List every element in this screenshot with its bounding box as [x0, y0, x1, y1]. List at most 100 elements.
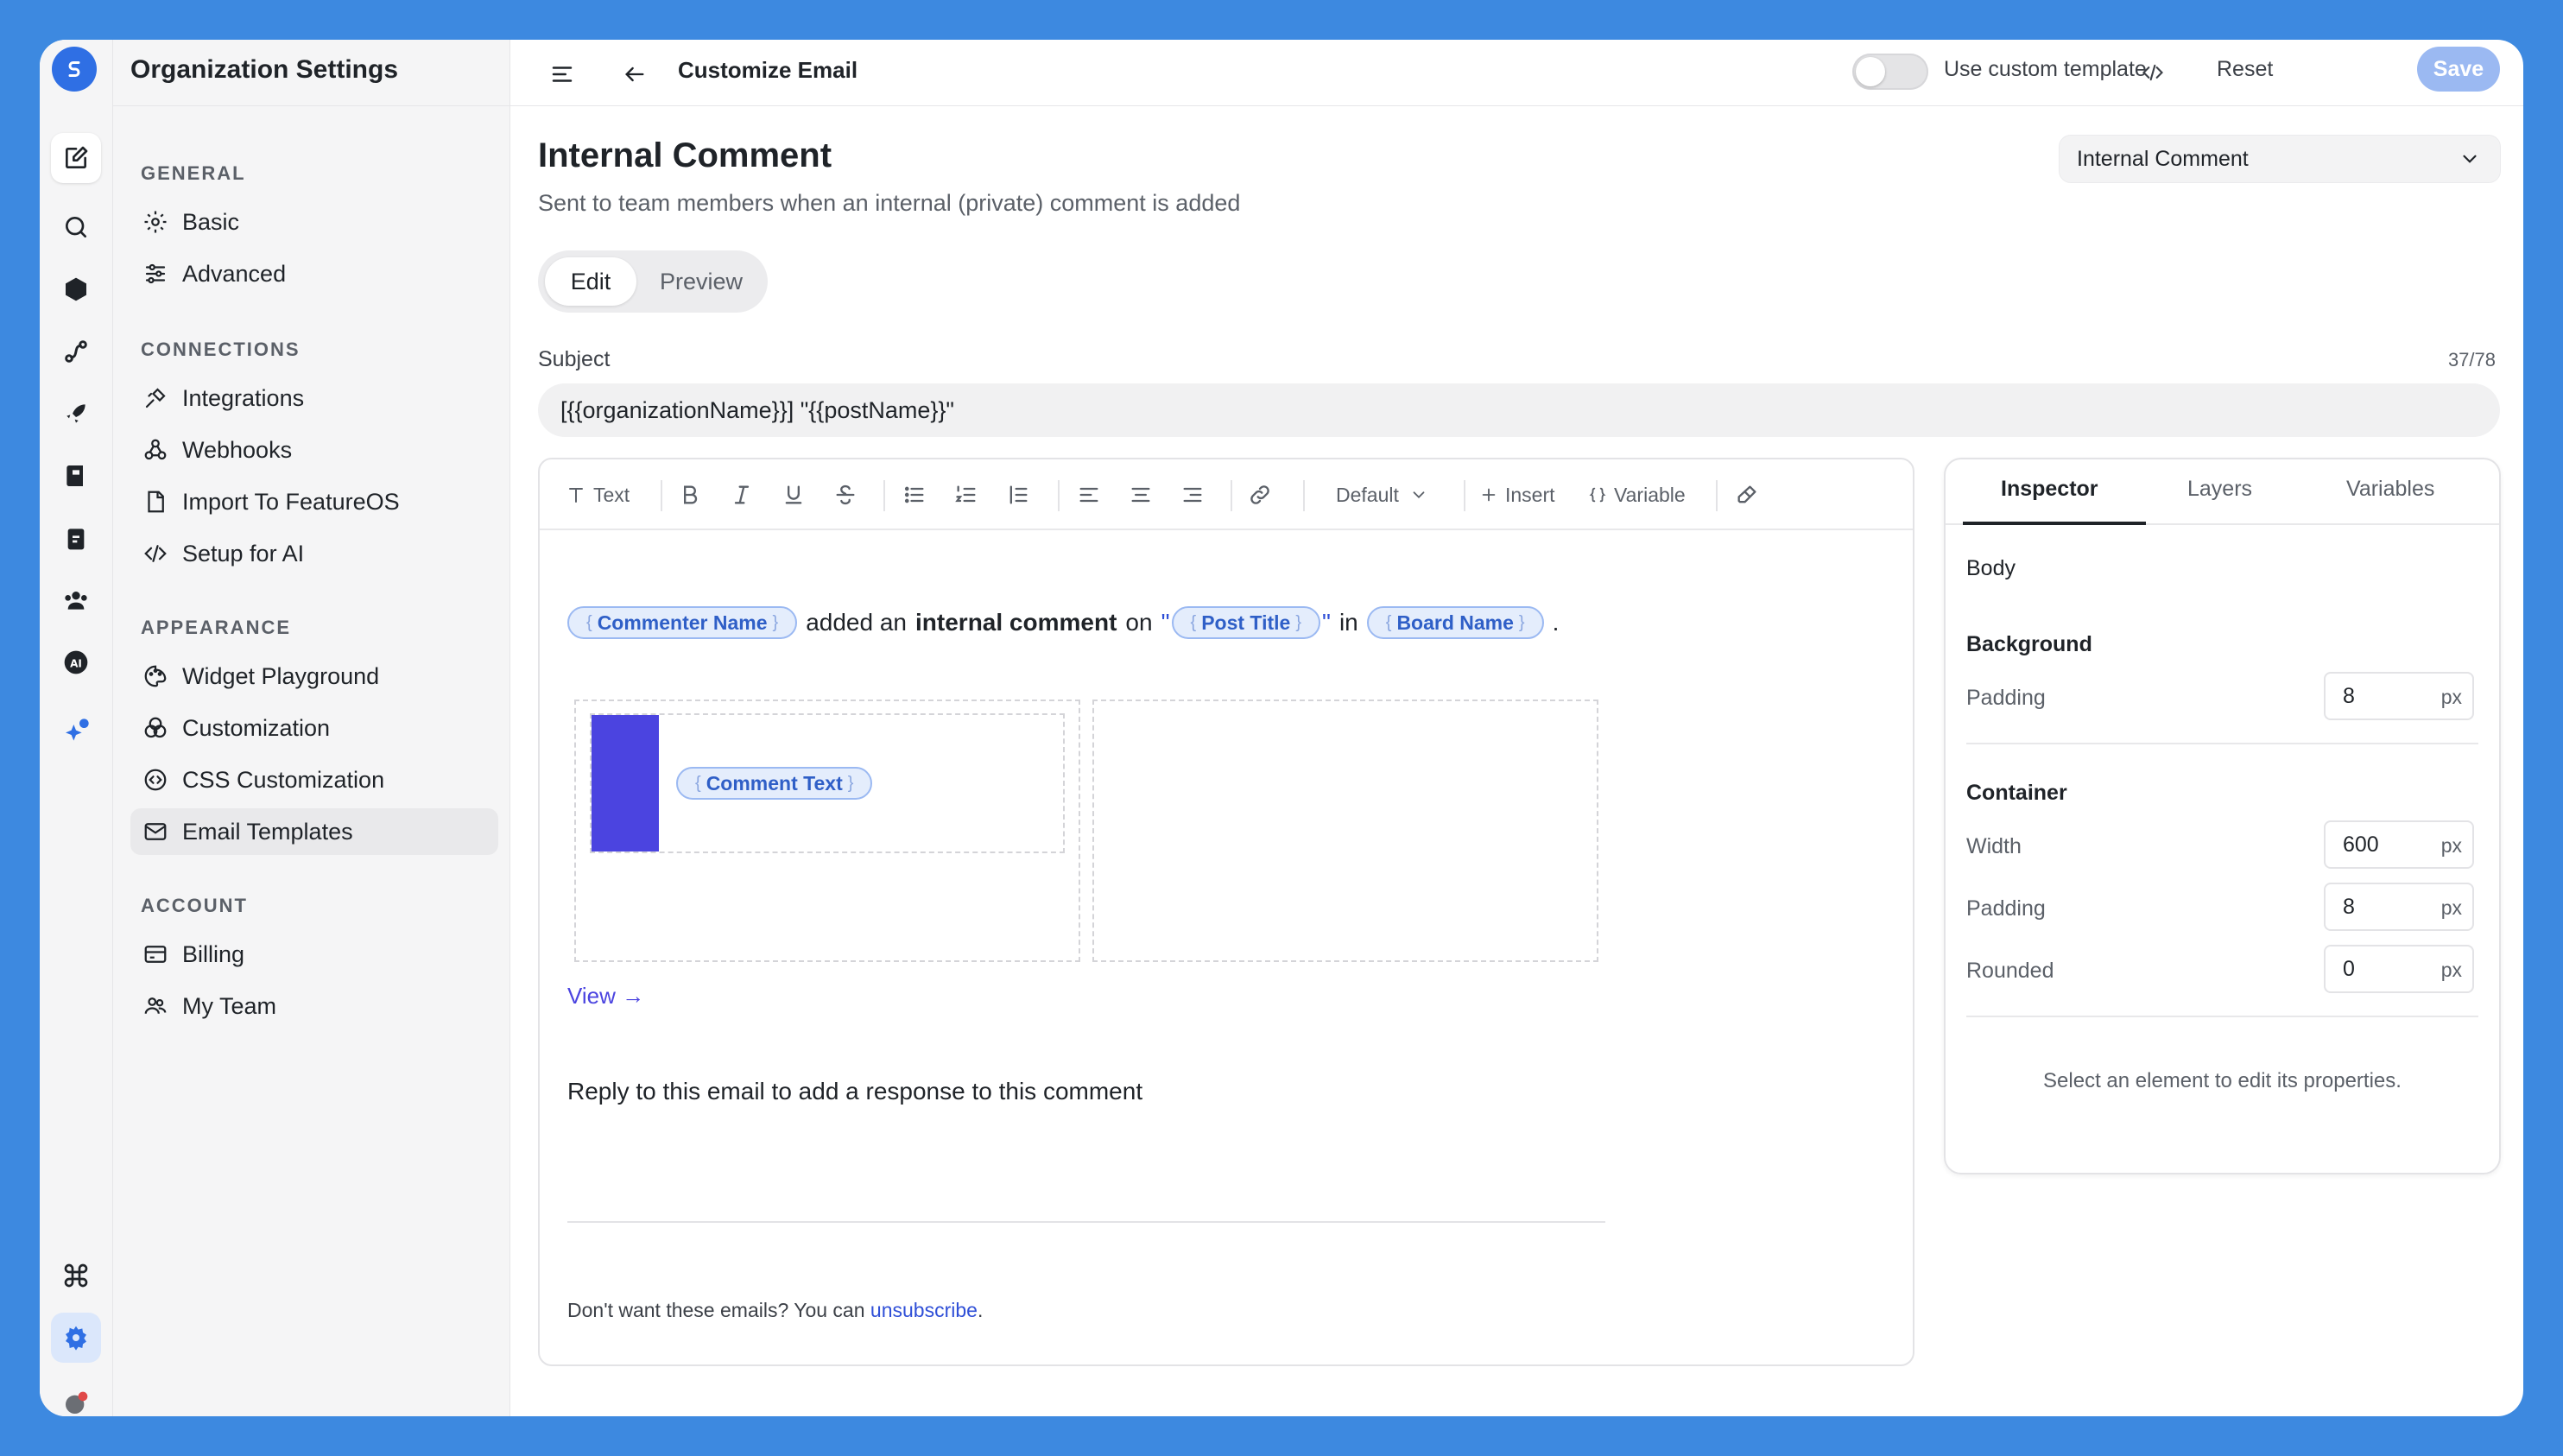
app-logo-icon[interactable]	[52, 47, 97, 92]
bullet-list-button[interactable]	[902, 478, 927, 511]
rounded-input[interactable]: 0 px	[2324, 945, 2474, 993]
insert-button[interactable]: Insert	[1479, 478, 1555, 511]
align-right-button[interactable]	[1180, 478, 1205, 511]
nav-item-label: Advanced	[182, 260, 287, 287]
bullet-list-icon	[904, 486, 924, 503]
nav-item-integrations[interactable]: Integrations	[130, 375, 498, 421]
section-heading-connections: CONNECTIONS	[141, 339, 301, 360]
tab-inspector[interactable]: Inspector	[2001, 477, 2098, 502]
variable-chip-commenter[interactable]: {Commenter Name}	[567, 606, 798, 639]
chip-label: Commenter Name	[597, 611, 768, 634]
custom-template-toggle[interactable]	[1852, 54, 1928, 90]
nav-item-advanced[interactable]: Advanced	[130, 250, 498, 297]
code-icon	[144, 545, 167, 562]
clipboard-icon[interactable]	[51, 513, 101, 563]
nav-item-webhooks[interactable]: Webhooks	[130, 427, 498, 473]
file-import-icon	[148, 491, 164, 513]
column-block-right[interactable]	[1092, 700, 1598, 962]
roadmap-icon[interactable]	[51, 326, 101, 377]
view-link[interactable]: View →	[567, 983, 644, 1010]
nav-item-widget-playground[interactable]: Widget Playground	[130, 653, 498, 700]
nav-item-my-team[interactable]: My Team	[130, 983, 498, 1029]
underline-button[interactable]	[782, 478, 806, 511]
blockquote-icon	[1009, 485, 1028, 504]
underline-icon	[785, 485, 802, 504]
edit-preview-tabs: Edit Preview	[538, 250, 768, 313]
braces-icon	[1589, 487, 1606, 503]
link-button[interactable]	[1248, 478, 1272, 511]
back-arrow-icon[interactable]	[617, 57, 652, 92]
reset-button[interactable]: Reset	[2217, 57, 2273, 82]
nav-item-email-templates[interactable]: Email Templates	[130, 808, 498, 855]
variable-chip-board[interactable]: {Board Name}	[1366, 606, 1544, 639]
css-icon	[144, 769, 167, 791]
align-left-icon	[1079, 487, 1098, 503]
subject-input[interactable]: [{{organizationName}}] "{{postName}}"	[538, 383, 2500, 437]
settings-icon[interactable]	[51, 1313, 101, 1363]
tab-variables[interactable]: Variables	[2346, 477, 2434, 502]
divider	[113, 105, 509, 106]
align-left-button[interactable]	[1077, 478, 1101, 511]
inspector-panel: Inspector Layers Variables Body Backgrou…	[1944, 458, 2501, 1174]
code-view-icon[interactable]	[2136, 55, 2170, 90]
tab-edit[interactable]: Edit	[545, 257, 636, 306]
email-intro-line: {Commenter Name} added an internal comme…	[567, 606, 1559, 639]
container-padding-input[interactable]: 8 px	[2324, 883, 2474, 931]
link-icon	[1250, 485, 1269, 504]
font-select[interactable]: Default	[1336, 478, 1428, 511]
mail-icon	[144, 823, 167, 840]
text-style-button[interactable]: Text	[566, 478, 630, 511]
quote-button[interactable]	[1006, 478, 1030, 511]
template-select[interactable]: Internal Comment	[2059, 135, 2501, 183]
nav-item-label: Basic	[182, 208, 240, 235]
quote-mark: "	[1322, 609, 1331, 636]
variable-button[interactable]: Variable	[1588, 478, 1686, 511]
input-value: 8	[2343, 683, 2355, 708]
tab-layers[interactable]: Layers	[2187, 477, 2252, 502]
box-icon[interactable]	[51, 264, 101, 314]
inspector-hint: Select an element to edit its properties…	[2043, 1069, 2402, 1092]
input-value: 8	[2343, 894, 2355, 919]
width-input[interactable]: 600 px	[2324, 820, 2474, 869]
users-icon[interactable]	[51, 575, 101, 625]
credit-card-icon	[144, 946, 167, 963]
toolbar-divider	[1231, 480, 1232, 511]
menu-icon[interactable]	[545, 57, 579, 92]
numbered-list-button[interactable]	[954, 478, 978, 511]
sparkle-icon[interactable]	[51, 706, 101, 756]
variable-chip-post-title[interactable]: {Post Title}	[1171, 606, 1320, 639]
command-icon[interactable]	[51, 1250, 101, 1301]
body-label: Body	[1966, 556, 2016, 580]
italic-button[interactable]	[730, 478, 754, 511]
user-avatar-icon[interactable]	[51, 1378, 101, 1416]
bg-padding-input[interactable]: 8 px	[2324, 672, 2474, 720]
nav-item-customization[interactable]: Customization	[130, 705, 498, 751]
tab-preview[interactable]: Preview	[642, 257, 761, 306]
nav-item-setup-ai[interactable]: Setup for AI	[130, 530, 498, 577]
unsubscribe-link[interactable]: unsubscribe	[870, 1299, 978, 1321]
search-icon[interactable]	[51, 202, 101, 252]
align-center-button[interactable]	[1129, 478, 1153, 511]
bold-button[interactable]	[678, 478, 702, 511]
unsub-prefix: Don't want these emails? You can	[567, 1299, 865, 1321]
intro-text-on: on	[1125, 609, 1153, 636]
align-center-icon	[1131, 487, 1150, 503]
accent-bar	[592, 715, 659, 851]
strikethrough-icon	[836, 484, 855, 505]
nav-item-billing[interactable]: Billing	[130, 931, 498, 978]
plus-icon	[1482, 488, 1496, 502]
edit-icon[interactable]	[51, 133, 101, 183]
nav-item-basic[interactable]: Basic	[130, 199, 498, 245]
ai-icon[interactable]: AI	[51, 637, 101, 687]
page-subtitle: Sent to team members when an internal (p…	[538, 190, 1241, 216]
variable-chip-comment-text[interactable]: {Comment Text}	[676, 767, 873, 800]
nav-item-import[interactable]: Import To FeatureOS	[130, 478, 498, 525]
intro-period: .	[1552, 609, 1560, 636]
strikethrough-button[interactable]	[833, 478, 857, 511]
clear-format-button[interactable]	[1735, 478, 1759, 511]
rocket-icon[interactable]	[51, 389, 101, 439]
container-heading: Container	[1966, 781, 2067, 805]
save-button[interactable]: Save	[2417, 47, 2500, 92]
nav-item-css-customization[interactable]: CSS Customization	[130, 756, 498, 803]
book-icon[interactable]	[51, 451, 101, 501]
